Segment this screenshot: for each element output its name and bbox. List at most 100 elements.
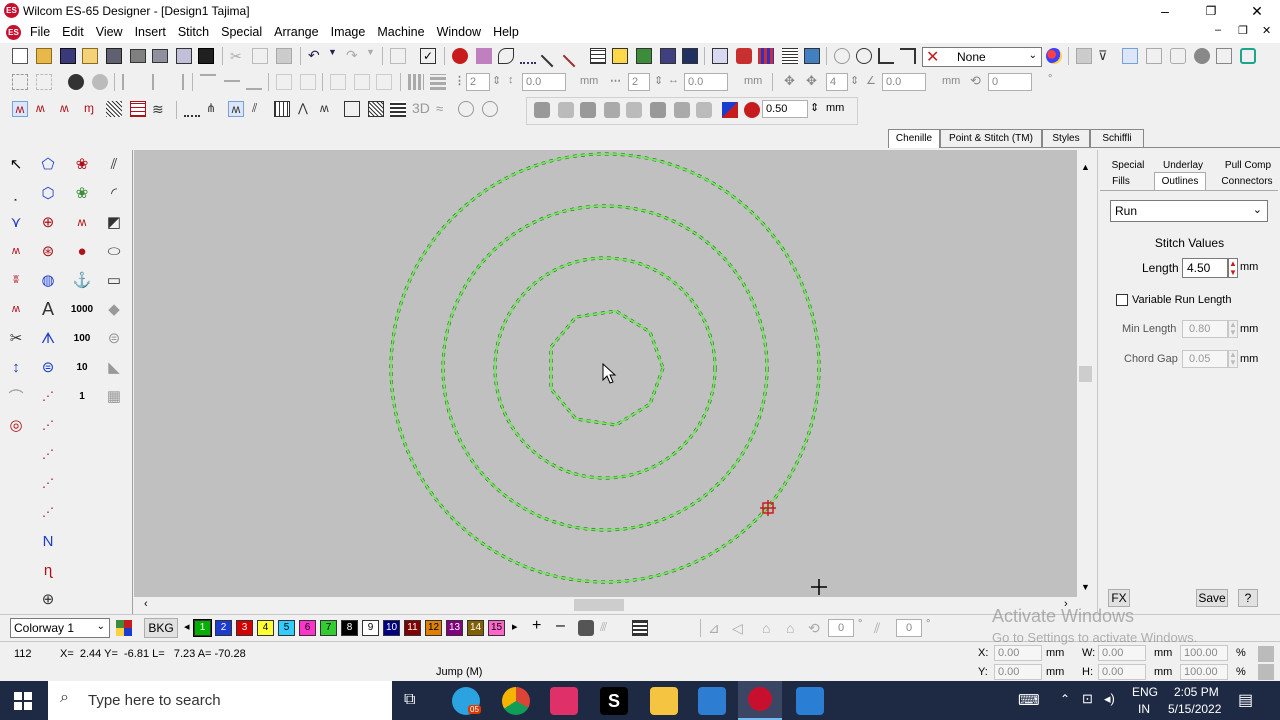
same-size-icon[interactable] bbox=[376, 74, 392, 90]
shape-gray-icon[interactable]: ◆ bbox=[102, 297, 126, 321]
maximize-button[interactable]: ❐ bbox=[1188, 0, 1234, 22]
menu-file[interactable]: File bbox=[24, 22, 56, 43]
skew-icon[interactable]: ⫽ bbox=[874, 620, 890, 636]
print-icon[interactable] bbox=[130, 49, 146, 63]
spin-arrows-icon[interactable]: ⇕ bbox=[654, 74, 663, 87]
undo-icon[interactable]: ↶ bbox=[308, 47, 324, 63]
scroll-down-icon[interactable]: ▼ bbox=[1081, 582, 1090, 592]
select-object-icon[interactable] bbox=[390, 48, 406, 64]
arc-icon[interactable]: ◜ bbox=[102, 181, 126, 205]
s-app-icon[interactable]: S bbox=[600, 687, 628, 715]
tab-schiffli[interactable]: Schiffli bbox=[1090, 129, 1144, 148]
show-functions-icon[interactable] bbox=[562, 44, 586, 68]
menu-window[interactable]: Window bbox=[431, 22, 487, 43]
show-outlines-icon[interactable] bbox=[476, 48, 492, 64]
color-swatch-12[interactable]: 12 bbox=[425, 620, 442, 636]
tab-fills[interactable]: Fills bbox=[1106, 176, 1136, 187]
minimize-button[interactable]: – bbox=[1142, 0, 1188, 22]
show-grid-icon[interactable] bbox=[590, 48, 606, 64]
region-code[interactable]: IN bbox=[1138, 702, 1150, 716]
align-center-icon[interactable] bbox=[152, 74, 160, 90]
new-file-icon[interactable] bbox=[12, 48, 28, 64]
save-disk-icon[interactable] bbox=[60, 48, 76, 64]
run-stitch-icon[interactable]: ʍ bbox=[228, 101, 244, 117]
color-tool-2-icon[interactable] bbox=[558, 102, 574, 118]
task-view-icon[interactable]: ⧉ bbox=[404, 691, 415, 709]
monogram-icon[interactable]: ᗑ bbox=[36, 326, 60, 350]
color-sequence-icon[interactable] bbox=[758, 48, 774, 64]
stitch-flower-2-icon[interactable]: ❀ bbox=[70, 181, 94, 205]
color-swatch-13[interactable]: 13 bbox=[446, 620, 463, 636]
tab-point-and-stitch[interactable]: Point & Stitch (TM) bbox=[940, 129, 1042, 148]
color-swatch-7[interactable]: 7 bbox=[320, 620, 337, 636]
color-swap-icon[interactable] bbox=[722, 102, 738, 118]
repeat-1-icon[interactable]: 1 bbox=[70, 384, 94, 408]
parallel-lines-icon[interactable]: ⫽ bbox=[102, 152, 126, 176]
bitmap-icon[interactable] bbox=[1146, 48, 1162, 64]
color-swatch-2[interactable]: 2 bbox=[215, 620, 232, 636]
show-design-outline-icon[interactable] bbox=[498, 48, 514, 64]
color-swatch-14[interactable]: 14 bbox=[467, 620, 484, 636]
color-dot-icon[interactable] bbox=[744, 102, 760, 118]
show-connectors-icon[interactable] bbox=[520, 48, 536, 64]
document-icon[interactable]: ES bbox=[6, 25, 21, 40]
pointer-select-icon[interactable] bbox=[1122, 48, 1138, 64]
cols-spin[interactable]: 2 bbox=[628, 73, 650, 91]
tab-outlines[interactable]: Outlines bbox=[1154, 172, 1206, 191]
window-icon[interactable] bbox=[1216, 48, 1232, 64]
sculpture-icon[interactable]: ≈ bbox=[436, 101, 452, 117]
lock-proportions-icon[interactable] bbox=[1258, 646, 1274, 662]
mdi-close-button[interactable]: ✕ bbox=[1262, 24, 1271, 37]
open-folder-icon[interactable] bbox=[36, 48, 52, 64]
show-bitmap-icon[interactable] bbox=[636, 48, 652, 64]
turning-fill-icon[interactable]: ⊛ bbox=[36, 239, 60, 263]
scissors-icon[interactable]: ✂ bbox=[4, 326, 28, 350]
reshape-icon[interactable] bbox=[834, 48, 850, 64]
export-icon[interactable] bbox=[176, 48, 192, 64]
offset-spin[interactable]: 0.0 bbox=[882, 73, 926, 91]
color-tool-5-icon[interactable] bbox=[626, 102, 642, 118]
spiral-icon[interactable] bbox=[482, 101, 498, 117]
color-tool-4-icon[interactable] bbox=[604, 102, 620, 118]
frame-icon[interactable] bbox=[1170, 48, 1186, 64]
menu-arrange[interactable]: Arrange bbox=[268, 22, 324, 43]
team-names-icon[interactable]: ⊜ bbox=[36, 355, 60, 379]
backstitch-line-icon[interactable]: ⋰ bbox=[36, 442, 60, 466]
mdi-restore-button[interactable]: ❐ bbox=[1238, 24, 1248, 37]
palette-scroll-right-icon[interactable]: ▸ bbox=[512, 620, 518, 633]
cycle-icon[interactable] bbox=[1240, 48, 1256, 64]
length-spin-arrows[interactable]: ▲ ▼ bbox=[1228, 258, 1238, 278]
wave-stitch-icon[interactable]: ≋ bbox=[152, 101, 168, 117]
triple-run-icon[interactable]: ⫽ bbox=[252, 101, 268, 117]
complex-fill-icon[interactable]: ⊕ bbox=[36, 210, 60, 234]
same-width-icon[interactable] bbox=[330, 74, 346, 90]
cut-stitches-icon[interactable]: ʍ bbox=[4, 297, 28, 321]
stitch-list-icon[interactable] bbox=[712, 48, 728, 64]
start-end-icon[interactable] bbox=[878, 48, 894, 64]
spin-arrows-icon[interactable]: ⇕ bbox=[492, 74, 501, 87]
windows-start-icon[interactable] bbox=[14, 692, 32, 710]
thread-list-icon[interactable] bbox=[632, 620, 648, 636]
color-swatch-8[interactable]: 8 bbox=[341, 620, 358, 636]
length-spin[interactable]: 0.50 bbox=[762, 100, 808, 118]
rotate-left-icon[interactable]: ⌂ bbox=[762, 620, 778, 636]
x-field[interactable]: 0.00 bbox=[994, 645, 1042, 661]
same-height-icon[interactable] bbox=[354, 74, 370, 90]
motif-run-icon[interactable]: ⋰ bbox=[36, 500, 60, 524]
color-swatch-11[interactable]: 11 bbox=[404, 620, 421, 636]
backstitch-icon[interactable]: ⋀ bbox=[298, 101, 314, 117]
fan-icon[interactable]: ⌒ bbox=[4, 384, 28, 408]
color-film-icon[interactable] bbox=[736, 48, 752, 64]
tab-connectors[interactable]: Connectors bbox=[1216, 176, 1278, 187]
menu-edit[interactable]: Edit bbox=[56, 22, 90, 43]
clock-time[interactable]: 2:05 PM bbox=[1174, 685, 1219, 699]
print-preview-icon[interactable] bbox=[152, 49, 168, 63]
repeat-10-icon[interactable]: 10 bbox=[70, 355, 94, 379]
ellipse-run-icon[interactable]: ◎ bbox=[4, 413, 28, 437]
chevron-up-icon[interactable]: ⌃ bbox=[1060, 692, 1070, 706]
save-button[interactable]: Save bbox=[1196, 589, 1228, 607]
step-fill-icon[interactable] bbox=[368, 101, 384, 117]
network-icon[interactable]: ⊡ bbox=[1082, 691, 1093, 707]
mirror-horizontal-icon[interactable]: ⊿ bbox=[708, 620, 724, 636]
w-field[interactable]: 0.00 bbox=[1098, 645, 1146, 661]
